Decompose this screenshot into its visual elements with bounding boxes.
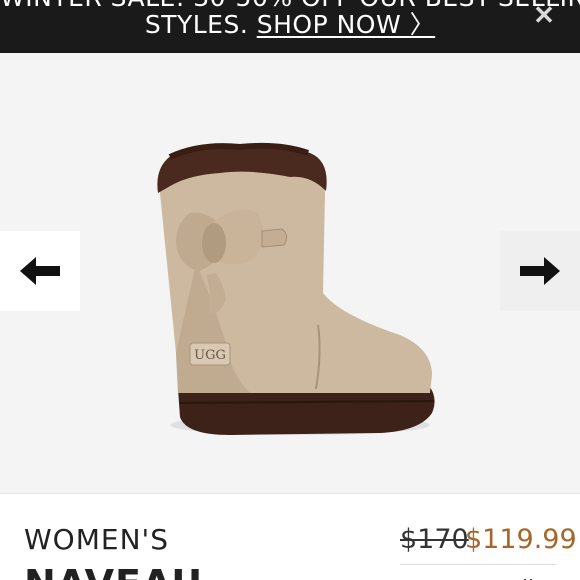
shop-now-link[interactable]: SHOP NOW 〉: [257, 10, 435, 39]
product-title-line2: NAVEAU: [24, 564, 203, 580]
rating-indicator: ··: [522, 569, 534, 580]
product-info: WOMEN'S NAVEAU $170 $119.99 ··: [0, 493, 580, 580]
close-banner-button[interactable]: ✕: [528, 2, 560, 28]
previous-image-button[interactable]: [0, 231, 80, 311]
original-price: $170: [400, 524, 469, 555]
price-divider: [400, 564, 556, 565]
ugg-logo: UGG: [194, 348, 226, 363]
next-image-button[interactable]: [500, 231, 580, 311]
arrow-left-icon: [20, 257, 60, 285]
sale-price: $119.99: [465, 524, 577, 555]
promo-banner-text-line2: STYLES. SHOP NOW 〉: [0, 11, 580, 39]
promo-banner-styles-text: STYLES.: [144, 10, 257, 39]
arrow-right-icon: [520, 257, 560, 285]
promo-banner: WINTER SALE: 30-50% OFF OUR BEST-SELLING…: [0, 0, 580, 53]
product-title-line1: WOMEN'S: [24, 523, 169, 556]
product-image: UGG: [157, 142, 435, 435]
product-image-gallery: UGG: [0, 53, 580, 493]
